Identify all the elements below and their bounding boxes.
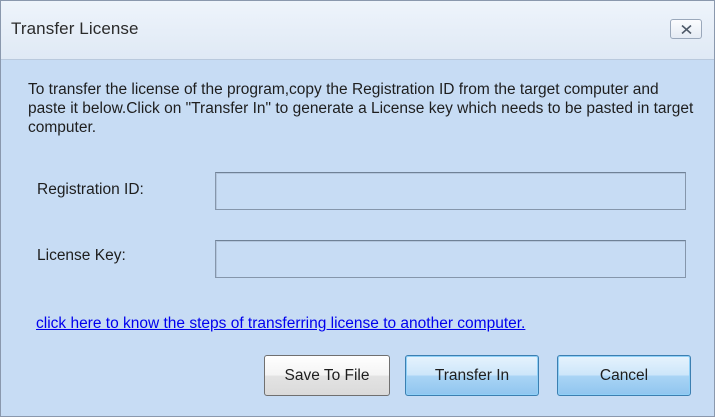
cancel-button[interactable]: Cancel — [557, 355, 691, 396]
transfer-license-dialog: Transfer License To transfer the license… — [0, 0, 715, 417]
license-key-input[interactable] — [215, 240, 686, 278]
transfer-steps-help-link[interactable]: click here to know the steps of transfer… — [36, 315, 525, 333]
license-key-label: License Key: — [37, 247, 126, 264]
registration-id-input[interactable] — [215, 172, 686, 210]
close-button[interactable] — [670, 19, 702, 39]
save-to-file-button[interactable]: Save To File — [264, 355, 390, 396]
close-x-icon — [681, 25, 692, 34]
title-bar: Transfer License — [1, 1, 714, 60]
instructions-text: To transfer the license of the program,c… — [28, 81, 694, 136]
dialog-body: To transfer the license of the program,c… — [2, 60, 714, 416]
registration-id-label: Registration ID: — [37, 181, 144, 198]
transfer-in-button[interactable]: Transfer In — [405, 355, 539, 396]
dialog-title: Transfer License — [11, 19, 139, 38]
